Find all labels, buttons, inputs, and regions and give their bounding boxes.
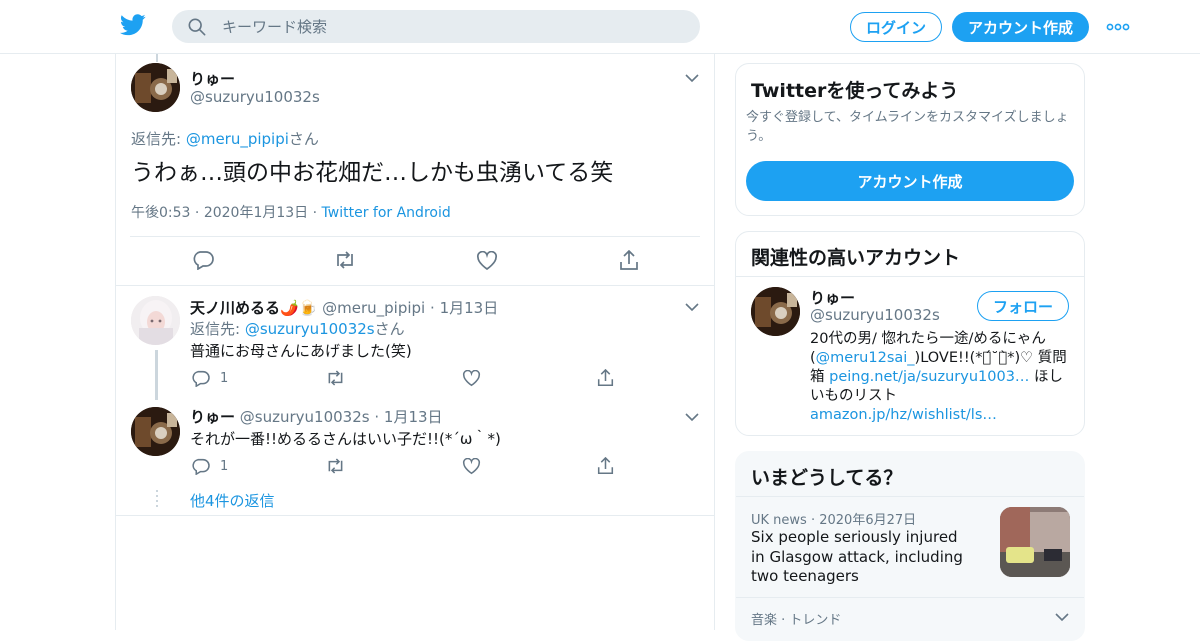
- focused-tweet[interactable]: りゅー @suzuryu10032s 返信先: @meru_pipipiさん う…: [116, 54, 714, 286]
- news-thumbnail[interactable]: [1000, 507, 1070, 577]
- search-box[interactable]: [172, 10, 700, 43]
- reply-action[interactable]: 1: [191, 370, 228, 387]
- chevron-down-icon[interactable]: [1055, 612, 1069, 622]
- reply-to-mention[interactable]: @meru_pipipi: [186, 130, 289, 148]
- avatar[interactable]: [131, 296, 180, 345]
- share-icon[interactable]: [597, 457, 614, 475]
- reply-to-line: 返信先: @suzuryu10032sさん: [190, 318, 405, 339]
- reply-count: 1: [220, 459, 229, 474]
- bio-mention-link[interactable]: @meru12sai_: [816, 350, 915, 366]
- thread-dots: [156, 490, 158, 508]
- reply-icon[interactable]: [191, 458, 210, 475]
- reply-tweet[interactable]: りゅー @suzuryu10032s · 1月13日 それが一番!!めるるさんは…: [116, 402, 714, 492]
- share-icon[interactable]: [597, 369, 614, 387]
- divider: [736, 276, 1084, 277]
- reply-to-line: 返信先: @meru_pipipiさん: [131, 128, 319, 149]
- reply-to-prefix: 返信先:: [131, 130, 186, 148]
- chevron-down-icon[interactable]: [685, 302, 699, 312]
- like-icon[interactable]: [462, 370, 481, 387]
- user-name[interactable]: りゅー: [190, 408, 235, 426]
- divider: [130, 236, 700, 237]
- avatar[interactable]: [131, 63, 180, 112]
- user-name[interactable]: りゅー: [190, 68, 235, 89]
- top-bar: ログイン アカウント作成: [0, 0, 1200, 54]
- user-handle[interactable]: @meru_pipipi: [322, 299, 425, 317]
- retweet-icon[interactable]: [333, 251, 357, 269]
- login-button[interactable]: ログイン: [850, 12, 942, 42]
- whats-happening-title: いまどうしてる？: [751, 467, 903, 489]
- reply-to-mention[interactable]: @suzuryu10032s: [245, 320, 375, 338]
- bio-url-link[interactable]: amazon.jp/hz/wishlist/ls…: [810, 407, 997, 423]
- signup-card-description: 今すぐ登録して、タイムラインをカスタマイズしましょう。: [746, 110, 1069, 144]
- whats-happening-card: いまどうしてる？ UK news · 2020年6月27日 Six people…: [735, 451, 1085, 641]
- news-source: UK news: [751, 513, 807, 528]
- divider: [736, 496, 1084, 497]
- reply-to-suffix: さん: [374, 320, 405, 338]
- trend-label: 音楽 · トレンド: [751, 613, 842, 628]
- show-more-replies-link[interactable]: 他4件の返信: [190, 490, 275, 511]
- tweet-meta: 午後0:53 · 2020年1月13日 · Twitter for Androi…: [131, 205, 451, 221]
- like-icon[interactable]: [476, 251, 498, 271]
- tweet-source[interactable]: Twitter for Android: [322, 205, 451, 221]
- related-accounts-title: 関連性の高いアカウント: [751, 247, 961, 269]
- search-input[interactable]: [222, 17, 662, 36]
- tweet-date[interactable]: 2020年1月13日: [204, 205, 308, 221]
- reply-header: 天ノ川めるる🌶️🍺 @meru_pipipi · 1月13日: [190, 299, 499, 317]
- tweet-date[interactable]: 1月13日: [440, 299, 499, 317]
- user-handle[interactable]: @suzuryu10032s: [190, 88, 320, 106]
- search-icon: [188, 18, 206, 35]
- tweet-thread: りゅー @suzuryu10032s 返信先: @meru_pipipiさん う…: [115, 54, 715, 630]
- chevron-down-icon[interactable]: [685, 412, 699, 422]
- tweet-date[interactable]: 1月13日: [384, 408, 443, 426]
- share-icon[interactable]: [619, 250, 639, 271]
- more-options-icon[interactable]: [1106, 17, 1130, 37]
- reply-to-suffix: さん: [288, 130, 319, 148]
- reply-icon[interactable]: [192, 250, 214, 270]
- reply-action[interactable]: 1: [191, 458, 228, 475]
- reply-tweet[interactable]: 天ノ川めるる🌶️🍺 @meru_pipipi · 1月13日 返信先: @suz…: [116, 286, 714, 402]
- like-icon[interactable]: [462, 458, 481, 475]
- reply-header: りゅー @suzuryu10032s · 1月13日: [190, 408, 443, 426]
- news-date: 2020年6月27日: [819, 513, 917, 528]
- twitter-logo-icon[interactable]: [120, 14, 146, 36]
- signup-button[interactable]: アカウント作成: [952, 12, 1089, 42]
- thread-connector-line: [155, 350, 158, 400]
- news-headline[interactable]: Six people seriously injured in Glasgow …: [751, 528, 966, 587]
- tweet-text: 普通にお母さんにあげました(笑): [190, 342, 412, 360]
- bio-url-link[interactable]: peing.net/ja/suzuryu1003…: [829, 369, 1029, 385]
- user-handle[interactable]: @suzuryu10032s: [810, 306, 940, 324]
- retweet-icon[interactable]: [325, 458, 346, 474]
- retweet-icon[interactable]: [325, 370, 346, 386]
- user-bio: 20代の男/ 惚れたら一途/めるにゃん(@meru12sai_)LOVE!!(*…: [810, 330, 1072, 425]
- chevron-down-icon[interactable]: [685, 73, 699, 83]
- divider: [116, 515, 714, 516]
- reply-count: 1: [220, 371, 229, 386]
- tweet-text: うわぁ…頭の中お花畑だ…しかも虫湧いてる笑: [131, 160, 614, 186]
- follow-button[interactable]: フォロー: [977, 291, 1069, 321]
- tweet-text: それが一番!!めるるさんはいい子だ!!(*´ω｀*): [190, 430, 501, 448]
- avatar[interactable]: [131, 407, 180, 456]
- news-meta: UK news · 2020年6月27日: [751, 513, 917, 528]
- user-handle[interactable]: @suzuryu10032s: [240, 408, 370, 426]
- user-name[interactable]: 天ノ川めるる🌶️🍺: [190, 299, 317, 317]
- related-accounts-card: 関連性の高いアカウント りゅー @suzuryu10032s フォロー 20代の…: [735, 231, 1085, 436]
- signup-card-title: Twitterを使ってみよう: [751, 80, 959, 102]
- signup-card: Twitterを使ってみよう 今すぐ登録して、タイムラインをカスタマイズしましょ…: [735, 63, 1085, 216]
- divider: [736, 597, 1084, 598]
- signup-card-button[interactable]: アカウント作成: [746, 161, 1074, 201]
- user-name[interactable]: りゅー: [810, 287, 855, 308]
- tweet-time[interactable]: 午後0:53: [131, 205, 190, 221]
- avatar[interactable]: [751, 287, 800, 336]
- reply-to-prefix: 返信先:: [190, 320, 245, 338]
- reply-icon[interactable]: [191, 370, 210, 387]
